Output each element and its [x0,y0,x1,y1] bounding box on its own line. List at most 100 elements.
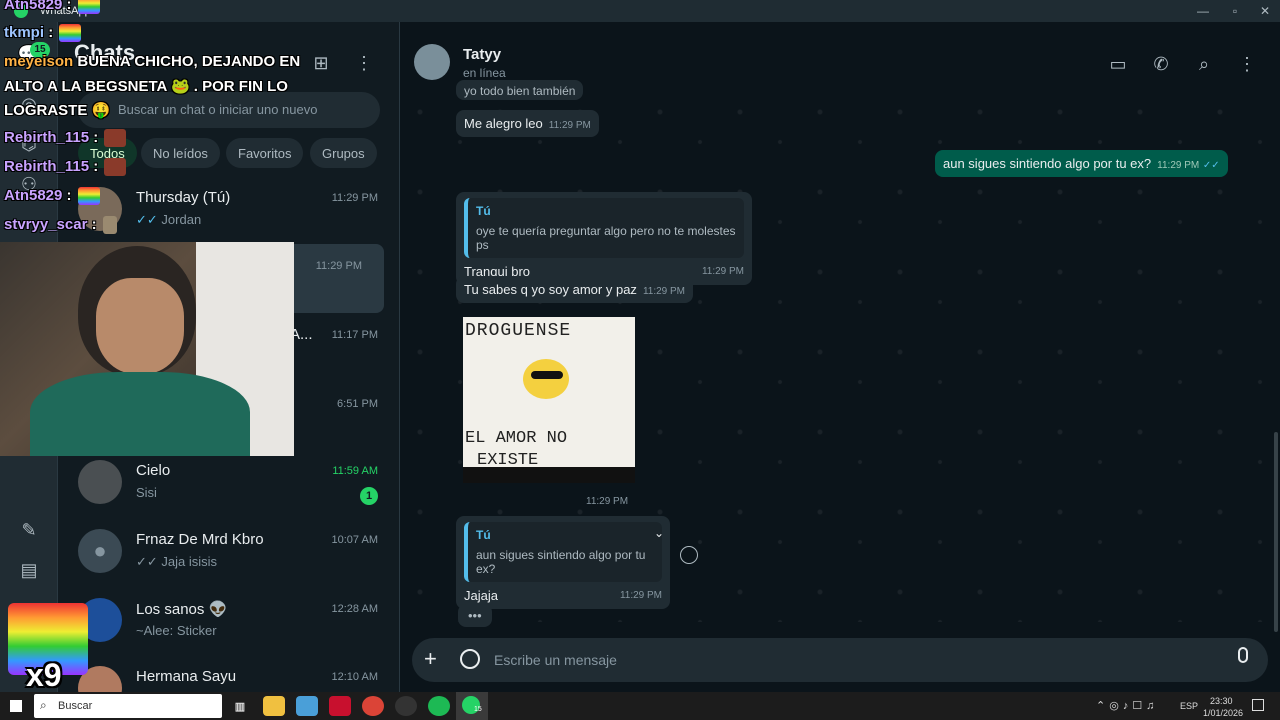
stream-chat-message: : [93,158,99,175]
task-view-icon[interactable]: ▥ [229,696,251,716]
spotify-icon[interactable] [428,696,450,716]
quote-author: Tú [476,204,491,218]
message-time: 11:29 PM [642,286,685,297]
app-icon[interactable] [296,696,318,716]
stream-chat-message: : [48,24,54,41]
quote-text: aun sigues sintiendo algo por tu ex? [476,548,646,576]
message-time: 11:29 PM [619,590,662,601]
whatsapp-desktop-window: WhatsApp — ▫ ✕ 💬 15 ◎ ⌬ ⚇ ✎ ▤ Chats ⊞ ⋮ … [0,0,1280,720]
stream-chat-message: BUENA CHICHO, DEJANDO EN [77,53,301,70]
minimize-button[interactable]: — [1186,0,1220,22]
chat-time: 11:17 PM [331,329,378,341]
chat-time: 12:28 AM [331,603,378,615]
taskbar-search-input[interactable]: ⌕ Buscar [34,694,222,718]
stream-chat-line: Atn5829 : [4,187,100,206]
chat-preview-text: Jaja isisis [161,554,218,569]
chat-preview: ✓✓ Jaja isisis [136,554,217,570]
attach-plus-icon[interactable]: + [424,646,437,672]
quoted-message[interactable]: Tú aun sigues sintiendo algo por tu ex? … [464,522,664,582]
chevron-down-icon[interactable]: ⌄ [654,526,664,540]
read-ticks-icon: ✓✓ [1202,160,1220,171]
input-language[interactable]: ESP [1180,701,1198,711]
emote-icon [104,158,127,177]
start-icon[interactable] [10,700,22,712]
message-incoming-reply: Tú oye te quería preguntar algo pero no … [456,192,752,285]
stream-chat-message: : [91,216,97,233]
chat-item-frnaz[interactable]: ● Frnaz De Mrd Kbro ✓✓ Jaja isisis 10:07… [58,518,400,587]
app-icon[interactable] [329,696,351,716]
stream-chat-user: Atn5829 [4,187,63,204]
emote-icon [104,129,127,148]
stream-chat-user: stvryy_scar [4,216,88,233]
message-text: Tu sabes q yo soy amor y paz [464,282,637,297]
chat-item-los-sanos[interactable]: Los sanos 👽 ~Alee: Sticker 12:28 AM [58,587,400,656]
file-explorer-icon[interactable] [263,696,285,716]
maximize-button[interactable]: ▫ [1218,0,1252,22]
stream-chat-message: : [66,187,72,204]
default-user-icon: ● [93,538,107,563]
app-icon[interactable] [395,696,417,716]
whatsapp-taskbar-button[interactable]: 15 [456,692,488,720]
stream-chat-overlay: Atn5829 : tkmpi : meyeison BUENA CHICHO,… [0,0,400,240]
sticker-icon[interactable] [460,649,480,669]
message-input[interactable]: + Escribe un mensaje [412,638,1268,682]
webcam-person-face [96,278,184,374]
media-icon[interactable]: ▤ [17,558,41,582]
stream-chat-line: LOGRASTE 🤑 [4,101,110,119]
stream-chat-line: stvryy_scar : [4,216,117,235]
contact-name[interactable]: Tatyy [463,46,501,63]
message-bubble-partial: yo todo bien también [456,80,584,100]
image-message[interactable]: DROGUENSE EL AMOR NO EXISTE [463,317,635,483]
chrome-icon[interactable] [362,696,384,716]
image-caption-top: DROGUENSE [465,321,572,341]
video-call-icon[interactable]: ▭ [1106,52,1130,76]
microphone-icon[interactable] [1238,647,1248,663]
message-time: 11:29 PM [548,120,591,131]
clock-time[interactable]: 23:30 [1210,696,1233,706]
scrollbar[interactable] [1274,432,1278,632]
edit-icon[interactable]: ✎ [17,518,41,542]
emote-multiplier: x9 [26,657,62,693]
rainbow-emote-icon [77,187,100,206]
react-emoji-icon[interactable] [680,546,698,564]
webcam-overlay [0,242,294,456]
chat-item-cielo[interactable]: Cielo Sisi 11:59 AM 1 [58,449,400,518]
chat-name: Frnaz De Mrd Kbro [136,531,264,548]
message-incoming: Me alegro leo 11:29 PM [456,110,599,137]
voice-call-icon[interactable]: ✆ [1149,52,1173,76]
message-incoming: Tu sabes q yo soy amor y paz 11:29 PM [456,276,693,303]
image-bottom-border [463,467,635,483]
quote-author: Tú [476,528,491,542]
quote-text: oye te quería preguntar algo pero no te … [476,224,736,252]
clock-date[interactable]: 1/01/2026 [1203,708,1243,718]
contact-avatar[interactable] [414,44,450,80]
message-outgoing: aun sigues sintiendo algo por tu ex? 11:2… [935,150,1228,177]
stream-chat-line: Atn5829 : [4,0,100,15]
read-ticks-icon: ✓✓ [136,554,158,569]
emote-combo-overlay: x9 [8,603,88,693]
conversation-panel: Tatyy en línea ▭ ✆ ⌕ ⋮ yo todo bien tamb… [400,22,1280,692]
close-button[interactable]: ✕ [1248,0,1280,22]
message-text: aun sigues sintiendo algo por tu ex? [943,156,1152,171]
menu-icon[interactable]: ⋮ [1235,52,1259,76]
chat-time: 11:59 AM [332,465,378,477]
message-time: 11:29 PM [701,266,744,277]
stream-chat-message: : [66,0,72,13]
notifications-icon[interactable] [1252,699,1264,711]
quoted-message[interactable]: Tú oye te quería preguntar algo pero no … [464,198,744,258]
stream-chat-message: : [93,129,99,146]
system-tray-icons[interactable]: ⌃◎♪☐♫ [1096,699,1158,712]
sunglasses-drawing [531,371,563,379]
avatar [78,460,122,504]
image-caption-bottom-1: EL AMOR NO [465,429,568,448]
search-icon[interactable]: ⌕ [1192,52,1216,76]
chat-time: 11:29 PM [315,260,362,272]
chat-item-hermana-sayu[interactable]: Hermana Sayu 12:10 AM [58,655,400,692]
chat-preview-text: Sisi [136,485,157,500]
rainbow-emote-icon [59,24,82,43]
stream-chat-message: ALTO A LA BEGSNETA 🐸 . POR FIN LO [4,78,288,95]
stream-chat-user: Atn5829 [4,0,63,13]
stream-chat-user: meyeison [4,53,74,70]
chat-time: 12:10 AM [331,671,378,683]
stream-chat-line: ALTO A LA BEGSNETA 🐸 . POR FIN LO [4,77,288,95]
